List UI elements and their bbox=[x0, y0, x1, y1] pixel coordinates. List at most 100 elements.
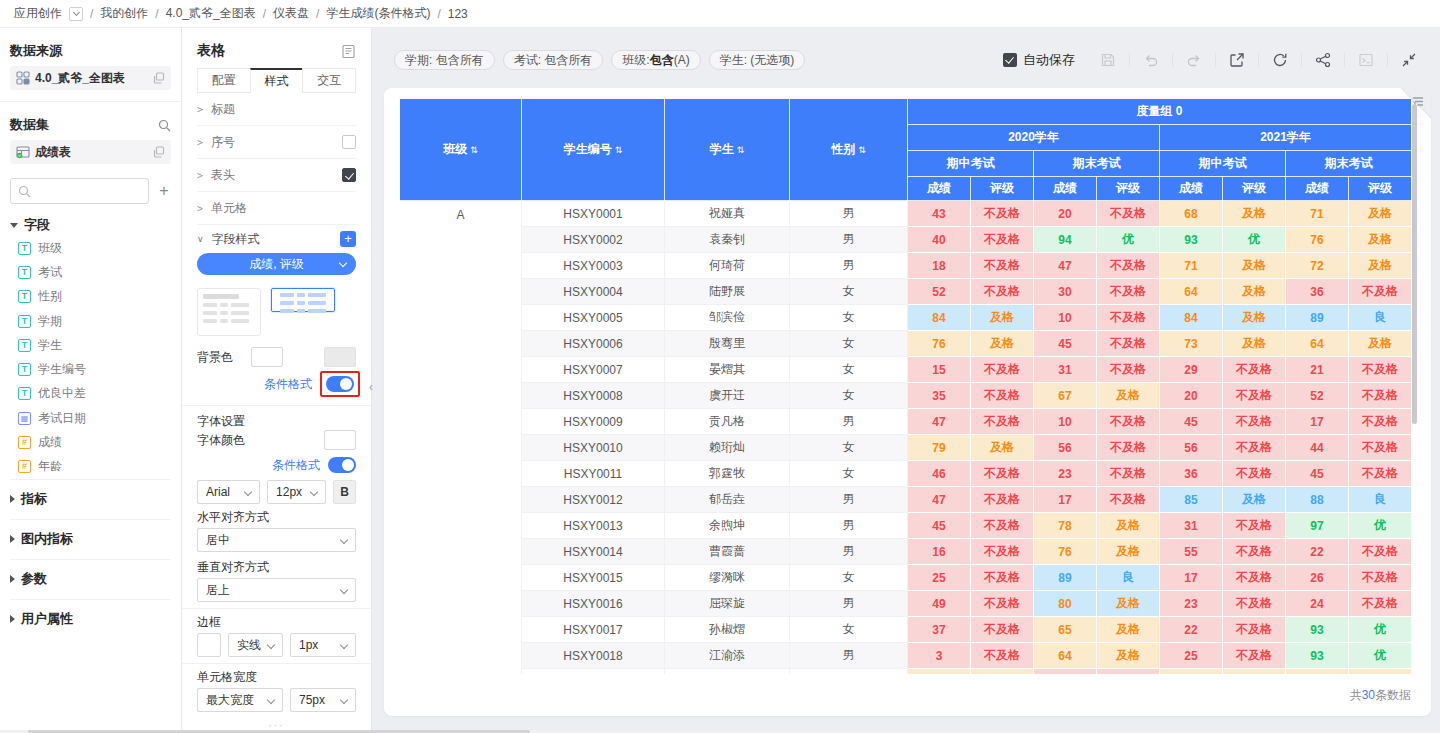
table-vertical-scrollbar[interactable] bbox=[1412, 104, 1417, 424]
export-sheet-icon[interactable] bbox=[341, 44, 356, 59]
font-color-swatch[interactable] bbox=[324, 430, 356, 450]
font-conditional-toggle[interactable] bbox=[328, 457, 356, 473]
breadcrumb-item[interactable]: 我的创作 bbox=[100, 5, 148, 22]
序号-checkbox[interactable] bbox=[342, 135, 356, 149]
filter-chip[interactable]: 班级: 包含(A) bbox=[611, 50, 700, 70]
refresh-icon[interactable] bbox=[1272, 52, 1288, 68]
sort-icon[interactable]: ⇅ bbox=[615, 145, 623, 155]
add-field-style-button[interactable]: + bbox=[340, 231, 356, 247]
font-size-select[interactable]: 12px bbox=[267, 480, 326, 504]
collapse-icon[interactable] bbox=[1401, 52, 1417, 68]
column-header[interactable]: 学生⇅ bbox=[665, 99, 790, 201]
breadcrumb-item[interactable]: 123 bbox=[448, 7, 468, 21]
add-field-button[interactable]: + bbox=[157, 182, 171, 200]
field-item[interactable]: T班级 bbox=[10, 236, 171, 260]
border-style-select[interactable]: 实线 bbox=[228, 633, 283, 657]
tab-配置[interactable]: 配置 bbox=[197, 68, 251, 93]
bg-color-swatch-disabled[interactable] bbox=[324, 347, 356, 367]
field-item[interactable]: T学生编号 bbox=[10, 357, 171, 381]
autosave-checkbox[interactable]: 自动保存 bbox=[1003, 51, 1075, 69]
border-width-select[interactable]: 1px bbox=[290, 633, 356, 657]
sidebar-group-指标[interactable]: 指标 bbox=[10, 479, 171, 519]
field-item[interactable]: T考试 bbox=[10, 260, 171, 284]
tab-样式[interactable]: 样式 bbox=[250, 68, 304, 93]
breadcrumb-item[interactable]: 仪表盘 bbox=[273, 5, 309, 22]
font-family-select[interactable]: Arial bbox=[197, 480, 260, 504]
chevron-down-icon[interactable]: ∨ bbox=[197, 234, 204, 244]
collapse-triangle-icon[interactable] bbox=[10, 223, 18, 228]
breadcrumb-dropdown[interactable] bbox=[69, 7, 83, 21]
tab-交互[interactable]: 交互 bbox=[302, 68, 356, 93]
section-标题[interactable]: >标题 bbox=[197, 93, 356, 126]
name-cell: 曹霞蔷 bbox=[665, 539, 790, 565]
search-icon[interactable] bbox=[158, 119, 171, 132]
name-cell: 赖珩灿 bbox=[665, 435, 790, 461]
field-label: 班级 bbox=[38, 240, 62, 257]
filter-chip[interactable]: 考试: 包含所有 bbox=[503, 50, 604, 70]
score-cell: 68 bbox=[1160, 201, 1223, 227]
share-icon[interactable] bbox=[1315, 52, 1331, 68]
score-cell: 20 bbox=[1034, 201, 1097, 227]
cell-width-mode-select[interactable]: 最大宽度 bbox=[197, 688, 283, 712]
sidebar-group-图内指标[interactable]: 图内指标 bbox=[10, 519, 171, 559]
section-序号[interactable]: >序号 bbox=[197, 126, 356, 159]
field-item[interactable]: T优良中差 bbox=[10, 382, 171, 406]
field-item[interactable]: #成绩 bbox=[10, 430, 171, 454]
style-preset-colored[interactable] bbox=[271, 288, 335, 312]
breadcrumb-item[interactable]: 4.0_贰爷_全图表 bbox=[166, 5, 256, 22]
field-item[interactable]: #年龄 bbox=[10, 455, 171, 479]
conditional-format-link[interactable]: 条件格式 bbox=[264, 376, 312, 393]
sidebar-group-用户属性[interactable]: 用户属性 bbox=[10, 599, 171, 639]
column-header[interactable]: 学生编号⇅ bbox=[522, 99, 665, 201]
score-cell: 不及格 bbox=[1349, 539, 1412, 565]
redo-icon[interactable] bbox=[1186, 52, 1202, 68]
score-cell: 优 bbox=[1349, 643, 1412, 669]
score-cell: 40 bbox=[908, 227, 971, 253]
copy-icon[interactable] bbox=[153, 72, 165, 84]
breadcrumb-item[interactable]: 学生成绩(条件格式) bbox=[326, 5, 430, 22]
gender-cell: 男 bbox=[790, 201, 908, 227]
datasource-item[interactable]: 4.0_贰爷_全图表 bbox=[10, 66, 171, 90]
field-search-input[interactable] bbox=[10, 178, 149, 204]
font-color-label: 字体颜色 bbox=[197, 432, 245, 449]
border-color-swatch[interactable] bbox=[197, 633, 221, 657]
undo-icon[interactable] bbox=[1143, 52, 1159, 68]
breadcrumb-root[interactable]: 应用创作 bbox=[14, 5, 62, 22]
bold-button[interactable]: B bbox=[333, 480, 356, 504]
checkbox-checked-icon bbox=[1003, 53, 1017, 67]
sidebar-group-参数[interactable]: 参数 bbox=[10, 559, 171, 599]
section-单元格[interactable]: >单元格 bbox=[197, 192, 356, 225]
export-icon[interactable] bbox=[1229, 52, 1245, 68]
field-item[interactable]: T学期 bbox=[10, 309, 171, 333]
conditional-format-link[interactable]: 条件格式 bbox=[272, 457, 320, 474]
h-align-select[interactable]: 居中 bbox=[197, 528, 356, 552]
bg-color-swatch[interactable] bbox=[251, 347, 283, 367]
field-item[interactable]: ▦考试日期 bbox=[10, 406, 171, 430]
field-item[interactable]: T学生 bbox=[10, 333, 171, 357]
cell-width-select[interactable]: 75px bbox=[290, 688, 356, 712]
v-align-select[interactable]: 居上 bbox=[197, 578, 356, 602]
filter-chip[interactable]: 学生: (无选项) bbox=[709, 50, 806, 70]
score-cell: 及格 bbox=[1097, 513, 1160, 539]
filter-chip[interactable]: 学期: 包含所有 bbox=[394, 50, 495, 70]
score-cell: 17 bbox=[1160, 565, 1223, 591]
name-cell bbox=[665, 669, 790, 675]
text-field-icon: T bbox=[18, 290, 31, 303]
id-cell: HSXY0002 bbox=[522, 227, 665, 253]
sort-icon[interactable]: ⇅ bbox=[737, 145, 745, 155]
panel-collapse-handle[interactable]: ‹ bbox=[369, 380, 373, 394]
column-header[interactable]: 班级⇅ bbox=[400, 99, 522, 201]
copy-icon[interactable] bbox=[153, 146, 165, 158]
conditional-format-toggle[interactable] bbox=[326, 376, 354, 392]
style-preset-plain[interactable] bbox=[197, 288, 261, 336]
score-cell: 20 bbox=[1160, 383, 1223, 409]
表头-checkbox[interactable] bbox=[342, 168, 356, 182]
column-header[interactable]: 性别⇅ bbox=[790, 99, 908, 201]
score-cell: 不及格 bbox=[1349, 279, 1412, 305]
field-style-selector[interactable]: 成绩, 评级 bbox=[197, 253, 356, 275]
dataset-item[interactable]: 成绩表 bbox=[10, 140, 171, 164]
field-item[interactable]: T性别 bbox=[10, 285, 171, 309]
sort-icon[interactable]: ⇅ bbox=[470, 145, 478, 155]
sort-icon[interactable]: ⇅ bbox=[858, 145, 866, 155]
section-表头[interactable]: >表头 bbox=[197, 159, 356, 192]
